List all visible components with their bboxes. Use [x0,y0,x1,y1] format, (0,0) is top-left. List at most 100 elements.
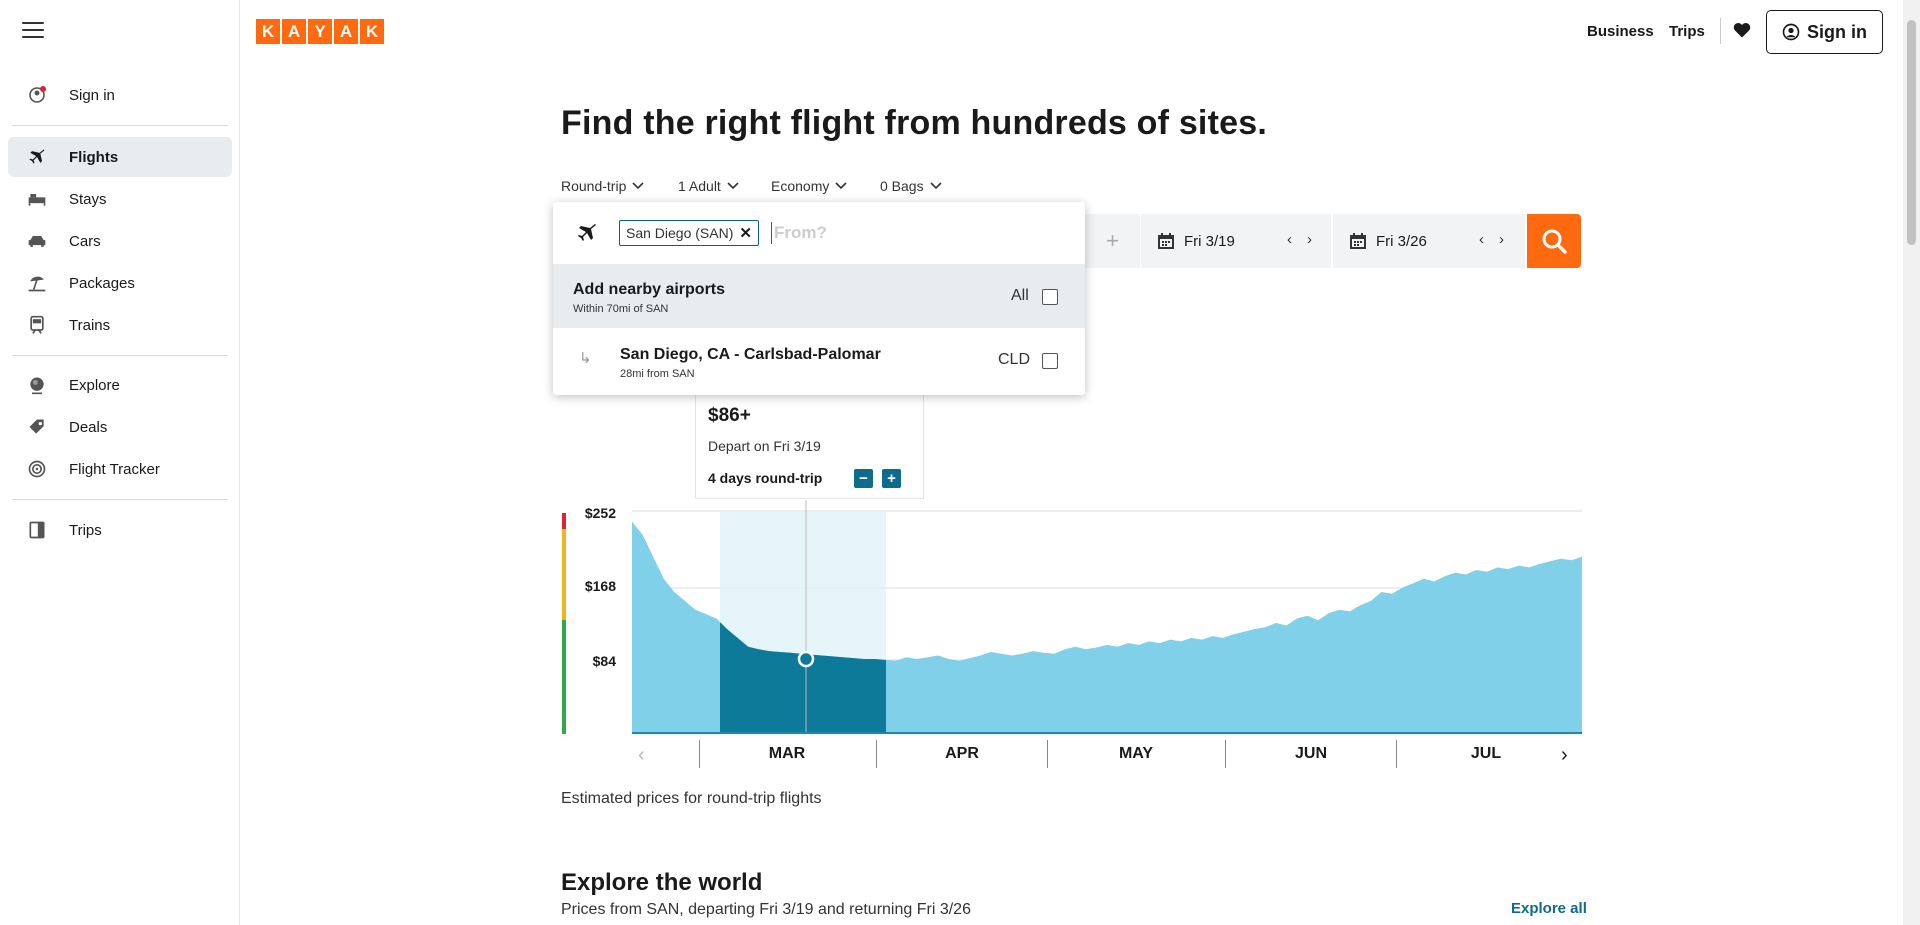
travelers-label: 1 Adult [678,178,721,194]
trips-link[interactable]: Trips [1669,23,1705,40]
airport-option-name: San Diego, CA - Carlsbad-Palomar [620,346,881,363]
trip-type-dropdown[interactable]: Round-trip [561,178,644,194]
logo-letter: A [282,19,306,44]
explore-subtitle: Prices from SAN, departing Fri 3/19 and … [561,901,971,918]
bags-dropdown[interactable]: 0 Bags [880,178,942,194]
month-separator [699,740,700,768]
return-date-value: Fri 3/26 [1376,232,1427,250]
chevron-down-icon [930,182,942,190]
search-icon [1542,229,1567,254]
month-separator [1396,740,1397,768]
calendar-icon [1350,233,1366,249]
heart-icon[interactable] [1732,20,1754,42]
price-chart[interactable] [560,500,1584,740]
origin-chip[interactable]: San Diego (SAN) ✕ [619,220,759,246]
sidebar-item-label: Trips [69,521,102,539]
subdirectory-arrow-icon: ↳ [579,350,592,367]
sidebar-item-cars[interactable]: Cars [8,221,232,261]
sidebar-item-label: Sign in [69,86,115,104]
prev-date-icon[interactable]: ‹ [1287,231,1292,248]
month-label[interactable]: MAR [769,745,805,763]
sidebar-item-flight-tracker[interactable]: Flight Tracker [8,449,232,489]
depart-date-field[interactable]: Fri 3/19 ‹ › [1141,214,1331,268]
from-input[interactable] [770,222,971,244]
selected-price-marker[interactable] [797,650,815,668]
sidebar: Sign in Flights Stays Cars Packages Trai… [0,0,240,925]
sidebar-item-explore[interactable]: Explore [8,365,232,405]
chevron-left-icon[interactable]: ‹ [638,744,645,767]
car-icon [24,233,50,249]
tooltip-duration: 4 days round-trip [708,470,823,486]
scrollbar-thumb[interactable] [1907,20,1916,245]
airport-option-distance: 28mi from SAN [620,368,695,380]
bed-icon [24,190,50,208]
nearby-airports-title: Add nearby airports [573,281,726,298]
close-icon[interactable]: ✕ [739,224,752,242]
add-destination-button[interactable]: + [1085,214,1140,268]
increase-duration-button[interactable]: + [882,469,901,488]
sidebar-item-label: Stays [69,190,107,208]
tag-icon [24,417,50,437]
return-date-field[interactable]: Fri 3/26 ‹ › [1333,214,1525,268]
month-label[interactable]: MAY [1119,745,1153,763]
plane-icon [24,147,50,167]
tooltip-depart: Depart on Fri 3/19 [708,438,821,454]
sidebar-item-flights[interactable]: Flights [8,137,232,177]
prev-date-icon[interactable]: ‹ [1479,231,1484,248]
decrease-duration-button[interactable]: − [854,469,873,488]
page-title: Find the right flight from hundreds of s… [561,104,1267,142]
month-label[interactable]: JUN [1295,745,1327,763]
origin-chip-label: San Diego (SAN) [626,225,734,241]
umbrella-icon [24,273,50,293]
next-date-icon[interactable]: › [1499,231,1504,248]
page-scrollbar[interactable] [1903,0,1920,925]
sidebar-divider [12,355,228,356]
sidebar-item-label: Explore [69,376,120,394]
month-label[interactable]: JUL [1471,745,1501,763]
menu-icon[interactable] [22,22,44,40]
airport-option[interactable]: ↳ San Diego, CA - Carlsbad-Palomar 28mi … [553,328,1085,392]
search-button[interactable] [1527,214,1581,268]
origin-dropdown: San Diego (SAN) ✕ Add nearby airports Wi… [553,202,1085,395]
tooltip-price: $86+ [708,405,751,426]
sidebar-item-packages[interactable]: Packages [8,263,232,303]
airport-checkbox[interactable] [1042,353,1058,369]
sidebar-item-label: Packages [69,274,135,292]
header-divider [1720,18,1721,44]
train-icon [24,315,50,335]
nearby-airports-row[interactable]: Add nearby airports Within 70mi of SAN A… [553,264,1085,328]
business-link[interactable]: Business [1587,23,1654,40]
month-separator [876,740,877,768]
all-airports-checkbox[interactable] [1042,289,1058,305]
month-separator [1047,740,1048,768]
sidebar-item-label: Cars [69,232,101,250]
explore-all-link[interactable]: Explore all [1511,900,1587,917]
month-label[interactable]: APR [945,745,979,763]
sidebar-divider [12,499,228,500]
sidebar-item-label: Trains [69,316,111,334]
cabin-class-dropdown[interactable]: Economy [771,178,847,194]
explore-title: Explore the world [561,869,763,896]
sidebar-item-stays[interactable]: Stays [8,179,232,219]
chevron-right-icon[interactable]: › [1561,744,1568,767]
user-circle-icon [1782,23,1800,41]
all-label: All [1011,287,1029,304]
next-date-icon[interactable]: › [1307,231,1312,248]
sidebar-item-deals[interactable]: Deals [8,407,232,447]
price-scale-bar-high [562,513,566,529]
travelers-dropdown[interactable]: 1 Adult [678,178,739,194]
chart-caption: Estimated prices for round-trip flights [561,790,822,807]
sidebar-item-sign-in[interactable]: Sign in [8,75,232,115]
trip-type-label: Round-trip [561,178,627,194]
origin-input-row: San Diego (SAN) ✕ [553,202,1085,264]
sidebar-item-label: Flights [69,148,119,166]
bags-label: 0 Bags [880,178,924,194]
chevron-down-icon [727,182,739,190]
sign-in-button[interactable]: Sign in [1766,10,1883,54]
radar-icon [24,459,50,479]
kayak-logo[interactable]: K A Y A K [256,19,384,44]
sidebar-item-trips[interactable]: Trips [8,510,232,550]
sidebar-item-trains[interactable]: Trains [8,305,232,345]
suitcase-icon [24,520,50,540]
chevron-down-icon [835,182,847,190]
